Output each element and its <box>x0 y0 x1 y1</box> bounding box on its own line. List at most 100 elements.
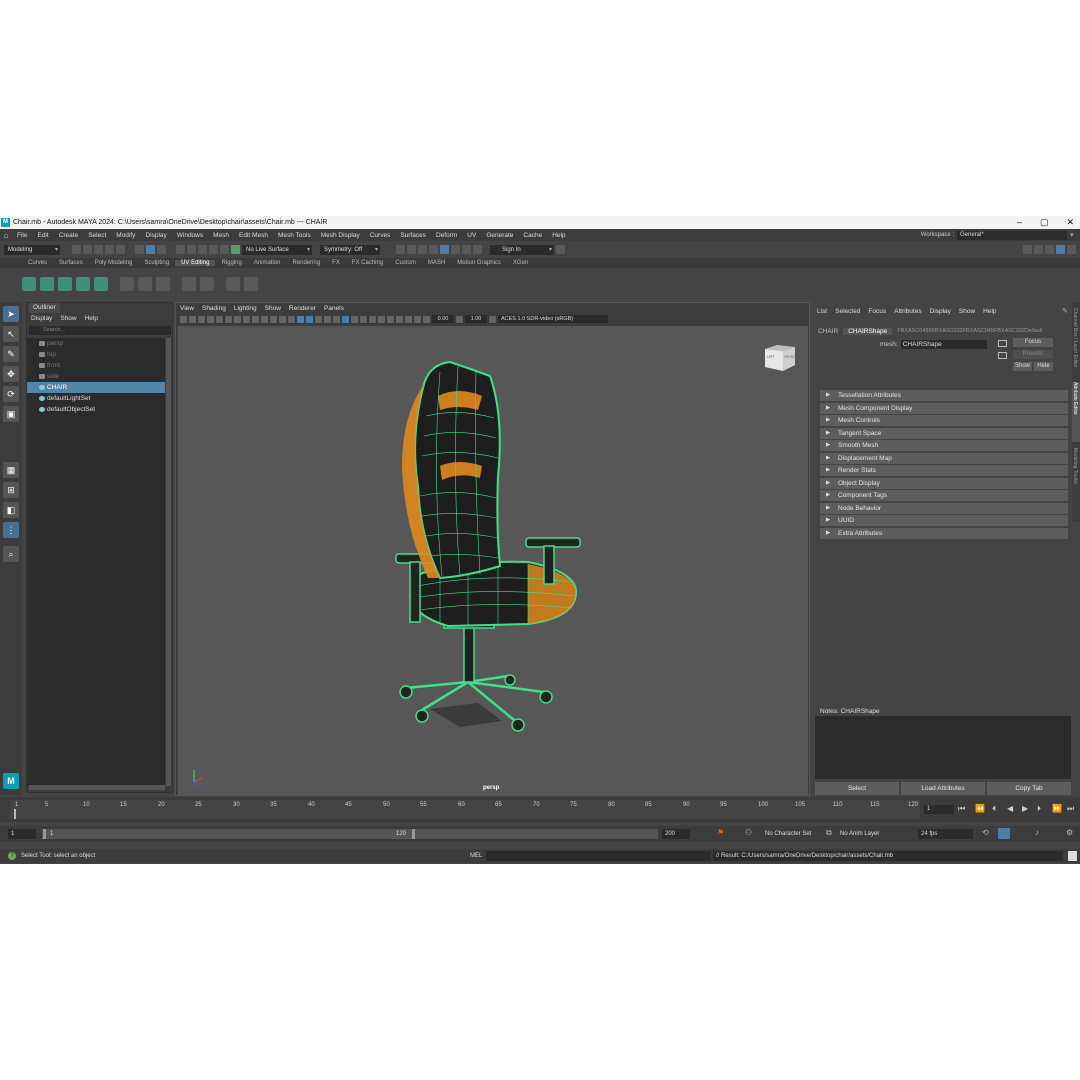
section-tangent-space[interactable]: Tangent Space <box>820 427 1068 439</box>
attribute-editor-toggle-icon[interactable] <box>1045 245 1054 254</box>
workspace-dropdown[interactable]: General* <box>957 230 1067 240</box>
exposure-field[interactable]: 0.00 <box>432 315 454 323</box>
field-chart-icon[interactable] <box>270 315 277 323</box>
ae-menu-attributes[interactable]: Attributes <box>890 308 925 315</box>
image-plane-icon[interactable] <box>207 315 214 323</box>
character-set-dropdown[interactable]: No Character Set <box>762 829 822 839</box>
character-controls-icon[interactable] <box>1034 245 1043 254</box>
ae-output-connection-icon[interactable] <box>998 352 1007 359</box>
shelf-tab-custom[interactable]: Custom <box>389 260 422 266</box>
shelf-tab-xgen[interactable]: XGen <box>507 260 534 266</box>
maximize-icon[interactable]: ▢ <box>1040 216 1049 229</box>
outliner-node-side[interactable]: side <box>27 371 165 382</box>
ae-tab-chair[interactable]: CHAIR <box>813 328 843 335</box>
go-to-start-icon[interactable]: ⏮ <box>958 804 965 814</box>
side-tab-attribute-editor[interactable]: Attribute Editor <box>1072 382 1080 442</box>
outliner-node-front[interactable]: front <box>27 360 165 371</box>
close-icon[interactable]: ✕ <box>1066 216 1074 229</box>
outliner-menu-help[interactable]: Help <box>81 315 102 322</box>
camera-based-uv-icon[interactable] <box>94 277 108 291</box>
shelf-tab-motion-graphics[interactable]: Motion Graphics <box>451 260 507 266</box>
menu-create[interactable]: Create <box>54 232 84 239</box>
section-extra-attributes[interactable]: Extra Attributes <box>820 527 1068 539</box>
preferences-icon[interactable]: ⚙ <box>1066 828 1073 837</box>
save-scene-icon[interactable] <box>94 245 103 254</box>
maya-home-badge-icon[interactable]: M <box>3 773 19 789</box>
pin-icon[interactable]: ✎ <box>1062 307 1068 315</box>
grease-pencil-icon[interactable] <box>225 315 232 323</box>
load-attributes-button[interactable]: Load Attributes <box>901 782 985 795</box>
camera-attributes-icon[interactable] <box>189 315 196 323</box>
menu-help[interactable]: Help <box>547 232 570 239</box>
viewport-menu-lighting[interactable]: Lighting <box>230 305 261 312</box>
menu-edit[interactable]: Edit <box>32 232 53 239</box>
current-time-marker[interactable] <box>14 809 16 819</box>
menu-display[interactable]: Display <box>140 232 171 239</box>
render-view-icon[interactable] <box>396 245 405 254</box>
xray-icon[interactable] <box>396 315 403 323</box>
render-settings-icon[interactable] <box>429 245 438 254</box>
viewport-3d[interactable]: LEFT FRONT persp <box>178 326 808 795</box>
show-button[interactable]: Show <box>1013 362 1032 371</box>
grid-icon[interactable] <box>234 315 241 323</box>
character-set-icon[interactable]: ⚇ <box>745 828 752 837</box>
gamma-icon[interactable] <box>456 315 463 323</box>
modeling-toolkit-toggle-icon[interactable] <box>1023 245 1032 254</box>
single-perspective-layout-icon[interactable]: ▦ <box>3 462 19 478</box>
outliner-tab[interactable]: Outliner <box>29 303 60 313</box>
light-editor-icon[interactable] <box>473 245 482 254</box>
open-scene-icon[interactable] <box>83 245 92 254</box>
render-frame-icon[interactable] <box>407 245 416 254</box>
snap-surface-icon[interactable] <box>220 245 229 254</box>
menu-cache[interactable]: Cache <box>518 232 547 239</box>
persp-outliner-layout-icon[interactable]: ◧ <box>3 502 19 518</box>
shelf-tab-poly-modeling[interactable]: Poly Modeling <box>89 260 139 266</box>
shelf-tab-rigging[interactable]: Rigging <box>215 260 247 266</box>
snap-point-icon[interactable] <box>198 245 207 254</box>
shelf-tab-mash[interactable]: MASH <box>422 260 451 266</box>
presets-button[interactable]: Presets <box>1013 350 1053 359</box>
2d-pan-zoom-icon[interactable] <box>216 315 223 323</box>
search-icon[interactable]: ⌕ <box>3 546 19 562</box>
cache-playback-icon[interactable] <box>998 828 1010 839</box>
notes-field[interactable] <box>815 716 1071 779</box>
ipr-render-icon[interactable] <box>418 245 427 254</box>
menu-mesh-display[interactable]: Mesh Display <box>316 232 365 239</box>
shelf-tab-rendering[interactable]: Rendering <box>286 260 326 266</box>
menu-mesh[interactable]: Mesh <box>208 232 234 239</box>
gamma-field[interactable]: 1.00 <box>465 315 487 323</box>
play-backwards-icon[interactable]: ◀ <box>1007 804 1013 813</box>
depth-of-field-icon[interactable] <box>378 315 385 323</box>
shelf-tab-surfaces[interactable]: Surfaces <box>53 260 89 266</box>
ae-tab-default-material[interactable]: FBXASC0496FBXASC032FBXASC045FBXASC032Def… <box>892 328 1047 334</box>
step-forward-key-icon[interactable]: ⏩ <box>1052 804 1062 813</box>
gate-mask-icon[interactable] <box>261 315 268 323</box>
color-management-icon[interactable] <box>489 315 496 323</box>
select-hierarchy-icon[interactable] <box>135 245 144 254</box>
outliner-menu-display[interactable]: Display <box>27 315 56 322</box>
animation-end-field[interactable]: 200 <box>662 829 690 839</box>
symmetry-dropdown[interactable]: Symmetry: Off <box>320 244 380 255</box>
section-mesh-controls[interactable]: Mesh Controls <box>820 415 1068 426</box>
shelf-tab-uv-editing[interactable]: UV Editing <box>175 260 216 266</box>
range-end-handle[interactable] <box>412 829 415 839</box>
section-displacement-map[interactable]: Displacement Map <box>820 452 1068 464</box>
select-object-icon[interactable] <box>146 245 155 254</box>
rotate-tool-icon[interactable]: ⟳ <box>3 386 19 402</box>
auto-key-icon[interactable]: ⚑ <box>717 828 724 837</box>
shelf-tab-fx-caching[interactable]: FX Caching <box>346 260 389 266</box>
resolution-gate-icon[interactable] <box>252 315 259 323</box>
section-component-tags[interactable]: Component Tags <box>820 490 1068 501</box>
current-frame-field[interactable]: 1 <box>924 805 954 814</box>
new-scene-icon[interactable] <box>72 245 81 254</box>
command-input[interactable] <box>486 851 711 861</box>
shelf-tab-animation[interactable]: Animation <box>248 260 287 266</box>
menu-select[interactable]: Select <box>83 232 111 239</box>
shelf-tab-fx[interactable]: FX <box>326 260 346 266</box>
ae-menu-display[interactable]: Display <box>926 308 955 315</box>
film-gate-icon[interactable] <box>243 315 250 323</box>
snap-grid-icon[interactable] <box>176 245 185 254</box>
outliner-horizontal-scrollbar[interactable] <box>29 785 165 790</box>
checker-map-icon[interactable] <box>244 277 258 291</box>
exposure-icon[interactable] <box>423 315 430 323</box>
